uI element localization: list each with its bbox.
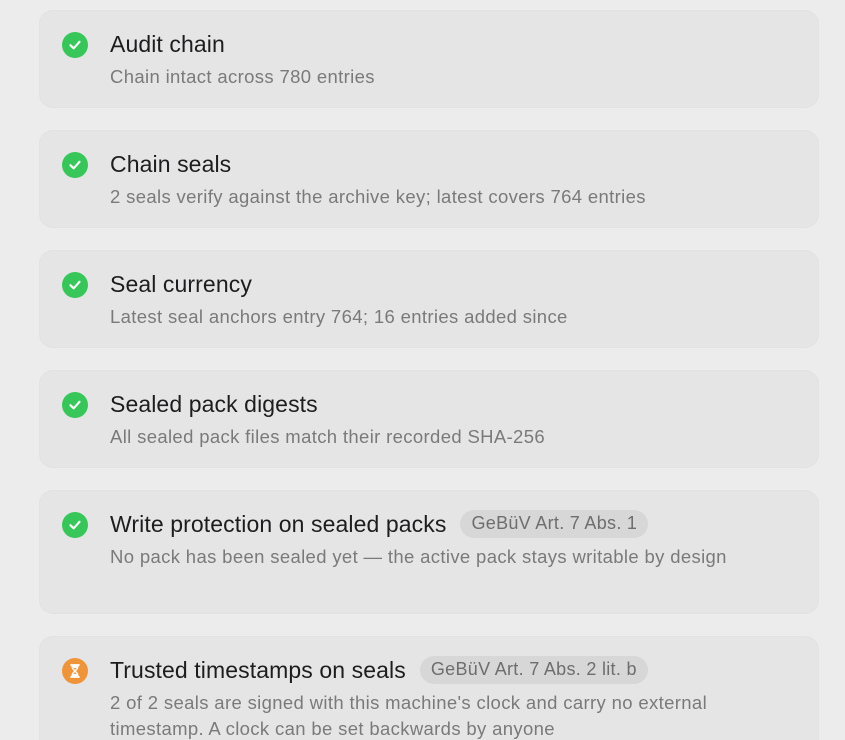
check-title: Seal currency bbox=[110, 271, 252, 297]
checkmark-icon bbox=[62, 152, 88, 178]
check-card-chain-seals: Chain seals 2 seals verify against the a… bbox=[39, 130, 819, 228]
check-card-sealed-pack-digests: Sealed pack digests All sealed pack file… bbox=[39, 370, 819, 468]
regulation-badge: GeBüV Art. 7 Abs. 1 bbox=[460, 510, 649, 538]
check-description: All sealed pack files match their record… bbox=[110, 426, 545, 447]
check-description: Latest seal anchors entry 764; 16 entrie… bbox=[110, 306, 568, 327]
regulation-badge: GeBüV Art. 7 Abs. 2 lit. b bbox=[419, 656, 648, 684]
check-card-audit-chain: Audit chain Chain intact across 780 entr… bbox=[39, 10, 819, 108]
check-title: Trusted timestamps on seals bbox=[110, 656, 406, 683]
check-title: Write protection on sealed packs bbox=[110, 510, 447, 537]
checkmark-icon bbox=[62, 272, 88, 298]
checkmark-icon bbox=[62, 32, 88, 58]
check-title: Sealed pack digests bbox=[110, 391, 318, 417]
check-title: Chain seals bbox=[110, 151, 232, 177]
check-description: Chain intact across 780 entries bbox=[110, 66, 375, 87]
checkmark-icon bbox=[62, 512, 88, 538]
check-card-trusted-timestamps: Trusted timestamps on seals GeBüV Art. 7… bbox=[39, 636, 819, 740]
check-description: No pack has been sealed yet — the active… bbox=[110, 546, 727, 567]
checkmark-icon bbox=[62, 392, 88, 418]
check-description: 2 seals verify against the archive key; … bbox=[110, 186, 646, 207]
integrity-check-list: Audit chain Chain intact across 780 entr… bbox=[0, 0, 845, 740]
check-title: Audit chain bbox=[110, 31, 225, 57]
check-card-write-protection: Write protection on sealed packs GeBüV A… bbox=[39, 490, 819, 614]
check-description: 2 of 2 seals are signed with this machin… bbox=[110, 692, 708, 739]
check-card-seal-currency: Seal currency Latest seal anchors entry … bbox=[39, 250, 819, 348]
hourglass-icon bbox=[62, 658, 88, 684]
